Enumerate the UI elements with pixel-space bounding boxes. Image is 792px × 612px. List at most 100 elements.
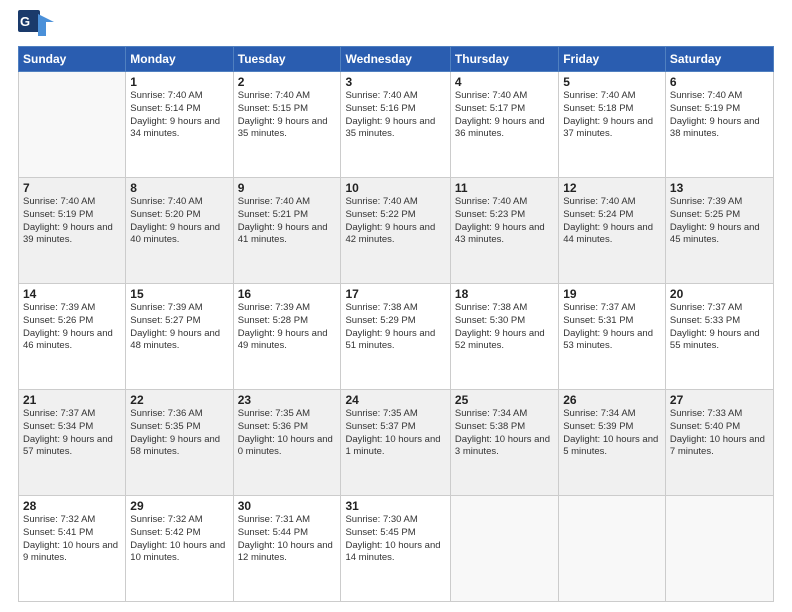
day-info: Sunrise: 7:37 AMSunset: 5:34 PMDaylight:… xyxy=(23,408,121,459)
calendar-cell: 21Sunrise: 7:37 AMSunset: 5:34 PMDayligh… xyxy=(19,390,126,496)
calendar-cell: 30Sunrise: 7:31 AMSunset: 5:44 PMDayligh… xyxy=(233,496,341,602)
day-number: 19 xyxy=(563,287,661,301)
day-info: Sunrise: 7:35 AMSunset: 5:36 PMDaylight:… xyxy=(238,408,337,459)
weekday-header-monday: Monday xyxy=(126,47,233,72)
day-number: 26 xyxy=(563,393,661,407)
calendar-cell: 16Sunrise: 7:39 AMSunset: 5:28 PMDayligh… xyxy=(233,284,341,390)
calendar-cell: 12Sunrise: 7:40 AMSunset: 5:24 PMDayligh… xyxy=(559,178,666,284)
day-info: Sunrise: 7:40 AMSunset: 5:15 PMDaylight:… xyxy=(238,90,337,141)
day-number: 11 xyxy=(455,181,554,195)
day-info: Sunrise: 7:30 AMSunset: 5:45 PMDaylight:… xyxy=(345,514,445,565)
calendar-cell: 7Sunrise: 7:40 AMSunset: 5:19 PMDaylight… xyxy=(19,178,126,284)
day-info: Sunrise: 7:40 AMSunset: 5:23 PMDaylight:… xyxy=(455,196,554,247)
calendar-cell: 17Sunrise: 7:38 AMSunset: 5:29 PMDayligh… xyxy=(341,284,450,390)
calendar-cell xyxy=(450,496,558,602)
calendar-cell: 4Sunrise: 7:40 AMSunset: 5:17 PMDaylight… xyxy=(450,72,558,178)
day-number: 10 xyxy=(345,181,445,195)
calendar-cell: 18Sunrise: 7:38 AMSunset: 5:30 PMDayligh… xyxy=(450,284,558,390)
day-number: 7 xyxy=(23,181,121,195)
calendar-cell: 24Sunrise: 7:35 AMSunset: 5:37 PMDayligh… xyxy=(341,390,450,496)
calendar-cell: 22Sunrise: 7:36 AMSunset: 5:35 PMDayligh… xyxy=(126,390,233,496)
calendar-table: SundayMondayTuesdayWednesdayThursdayFrid… xyxy=(18,46,774,602)
week-row-3: 14Sunrise: 7:39 AMSunset: 5:26 PMDayligh… xyxy=(19,284,774,390)
weekday-header-wednesday: Wednesday xyxy=(341,47,450,72)
day-number: 16 xyxy=(238,287,337,301)
calendar-cell: 29Sunrise: 7:32 AMSunset: 5:42 PMDayligh… xyxy=(126,496,233,602)
day-number: 20 xyxy=(670,287,769,301)
day-number: 12 xyxy=(563,181,661,195)
day-info: Sunrise: 7:37 AMSunset: 5:31 PMDaylight:… xyxy=(563,302,661,353)
calendar-cell: 1Sunrise: 7:40 AMSunset: 5:14 PMDaylight… xyxy=(126,72,233,178)
day-info: Sunrise: 7:40 AMSunset: 5:22 PMDaylight:… xyxy=(345,196,445,247)
day-info: Sunrise: 7:39 AMSunset: 5:26 PMDaylight:… xyxy=(23,302,121,353)
calendar-cell xyxy=(665,496,773,602)
day-info: Sunrise: 7:32 AMSunset: 5:41 PMDaylight:… xyxy=(23,514,121,565)
day-number: 31 xyxy=(345,499,445,513)
calendar-cell: 26Sunrise: 7:34 AMSunset: 5:39 PMDayligh… xyxy=(559,390,666,496)
weekday-header-thursday: Thursday xyxy=(450,47,558,72)
calendar-cell: 10Sunrise: 7:40 AMSunset: 5:22 PMDayligh… xyxy=(341,178,450,284)
day-number: 14 xyxy=(23,287,121,301)
week-row-4: 21Sunrise: 7:37 AMSunset: 5:34 PMDayligh… xyxy=(19,390,774,496)
day-number: 18 xyxy=(455,287,554,301)
day-number: 8 xyxy=(130,181,228,195)
day-number: 1 xyxy=(130,75,228,89)
day-info: Sunrise: 7:40 AMSunset: 5:20 PMDaylight:… xyxy=(130,196,228,247)
day-info: Sunrise: 7:40 AMSunset: 5:21 PMDaylight:… xyxy=(238,196,337,247)
calendar-cell: 8Sunrise: 7:40 AMSunset: 5:20 PMDaylight… xyxy=(126,178,233,284)
calendar-cell: 27Sunrise: 7:33 AMSunset: 5:40 PMDayligh… xyxy=(665,390,773,496)
weekday-header-tuesday: Tuesday xyxy=(233,47,341,72)
day-number: 13 xyxy=(670,181,769,195)
header: G xyxy=(18,10,774,40)
calendar-cell: 19Sunrise: 7:37 AMSunset: 5:31 PMDayligh… xyxy=(559,284,666,390)
day-number: 23 xyxy=(238,393,337,407)
day-number: 25 xyxy=(455,393,554,407)
day-info: Sunrise: 7:35 AMSunset: 5:37 PMDaylight:… xyxy=(345,408,445,459)
day-number: 2 xyxy=(238,75,337,89)
svg-text:G: G xyxy=(20,14,30,29)
day-info: Sunrise: 7:34 AMSunset: 5:39 PMDaylight:… xyxy=(563,408,661,459)
day-info: Sunrise: 7:38 AMSunset: 5:30 PMDaylight:… xyxy=(455,302,554,353)
day-info: Sunrise: 7:40 AMSunset: 5:17 PMDaylight:… xyxy=(455,90,554,141)
calendar-cell: 28Sunrise: 7:32 AMSunset: 5:41 PMDayligh… xyxy=(19,496,126,602)
week-row-1: 1Sunrise: 7:40 AMSunset: 5:14 PMDaylight… xyxy=(19,72,774,178)
calendar-cell: 20Sunrise: 7:37 AMSunset: 5:33 PMDayligh… xyxy=(665,284,773,390)
day-number: 22 xyxy=(130,393,228,407)
calendar-cell: 25Sunrise: 7:34 AMSunset: 5:38 PMDayligh… xyxy=(450,390,558,496)
calendar-cell xyxy=(559,496,666,602)
day-number: 27 xyxy=(670,393,769,407)
calendar-cell xyxy=(19,72,126,178)
day-info: Sunrise: 7:37 AMSunset: 5:33 PMDaylight:… xyxy=(670,302,769,353)
day-info: Sunrise: 7:40 AMSunset: 5:19 PMDaylight:… xyxy=(670,90,769,141)
day-number: 15 xyxy=(130,287,228,301)
day-info: Sunrise: 7:39 AMSunset: 5:27 PMDaylight:… xyxy=(130,302,228,353)
day-number: 5 xyxy=(563,75,661,89)
weekday-header-sunday: Sunday xyxy=(19,47,126,72)
calendar-cell: 23Sunrise: 7:35 AMSunset: 5:36 PMDayligh… xyxy=(233,390,341,496)
day-number: 24 xyxy=(345,393,445,407)
calendar-cell: 11Sunrise: 7:40 AMSunset: 5:23 PMDayligh… xyxy=(450,178,558,284)
day-info: Sunrise: 7:33 AMSunset: 5:40 PMDaylight:… xyxy=(670,408,769,459)
day-info: Sunrise: 7:36 AMSunset: 5:35 PMDaylight:… xyxy=(130,408,228,459)
day-info: Sunrise: 7:34 AMSunset: 5:38 PMDaylight:… xyxy=(455,408,554,459)
day-info: Sunrise: 7:32 AMSunset: 5:42 PMDaylight:… xyxy=(130,514,228,565)
day-info: Sunrise: 7:40 AMSunset: 5:14 PMDaylight:… xyxy=(130,90,228,141)
logo: G xyxy=(18,10,60,40)
day-number: 17 xyxy=(345,287,445,301)
day-info: Sunrise: 7:40 AMSunset: 5:16 PMDaylight:… xyxy=(345,90,445,141)
weekday-header-friday: Friday xyxy=(559,47,666,72)
day-number: 6 xyxy=(670,75,769,89)
calendar-page: G SundayMondayTuesdayWednesdayThursdayFr… xyxy=(0,0,792,612)
week-row-2: 7Sunrise: 7:40 AMSunset: 5:19 PMDaylight… xyxy=(19,178,774,284)
day-number: 21 xyxy=(23,393,121,407)
day-number: 30 xyxy=(238,499,337,513)
calendar-cell: 5Sunrise: 7:40 AMSunset: 5:18 PMDaylight… xyxy=(559,72,666,178)
day-number: 9 xyxy=(238,181,337,195)
day-info: Sunrise: 7:39 AMSunset: 5:28 PMDaylight:… xyxy=(238,302,337,353)
day-info: Sunrise: 7:40 AMSunset: 5:19 PMDaylight:… xyxy=(23,196,121,247)
day-info: Sunrise: 7:39 AMSunset: 5:25 PMDaylight:… xyxy=(670,196,769,247)
day-number: 29 xyxy=(130,499,228,513)
day-info: Sunrise: 7:31 AMSunset: 5:44 PMDaylight:… xyxy=(238,514,337,565)
day-number: 28 xyxy=(23,499,121,513)
calendar-cell: 9Sunrise: 7:40 AMSunset: 5:21 PMDaylight… xyxy=(233,178,341,284)
